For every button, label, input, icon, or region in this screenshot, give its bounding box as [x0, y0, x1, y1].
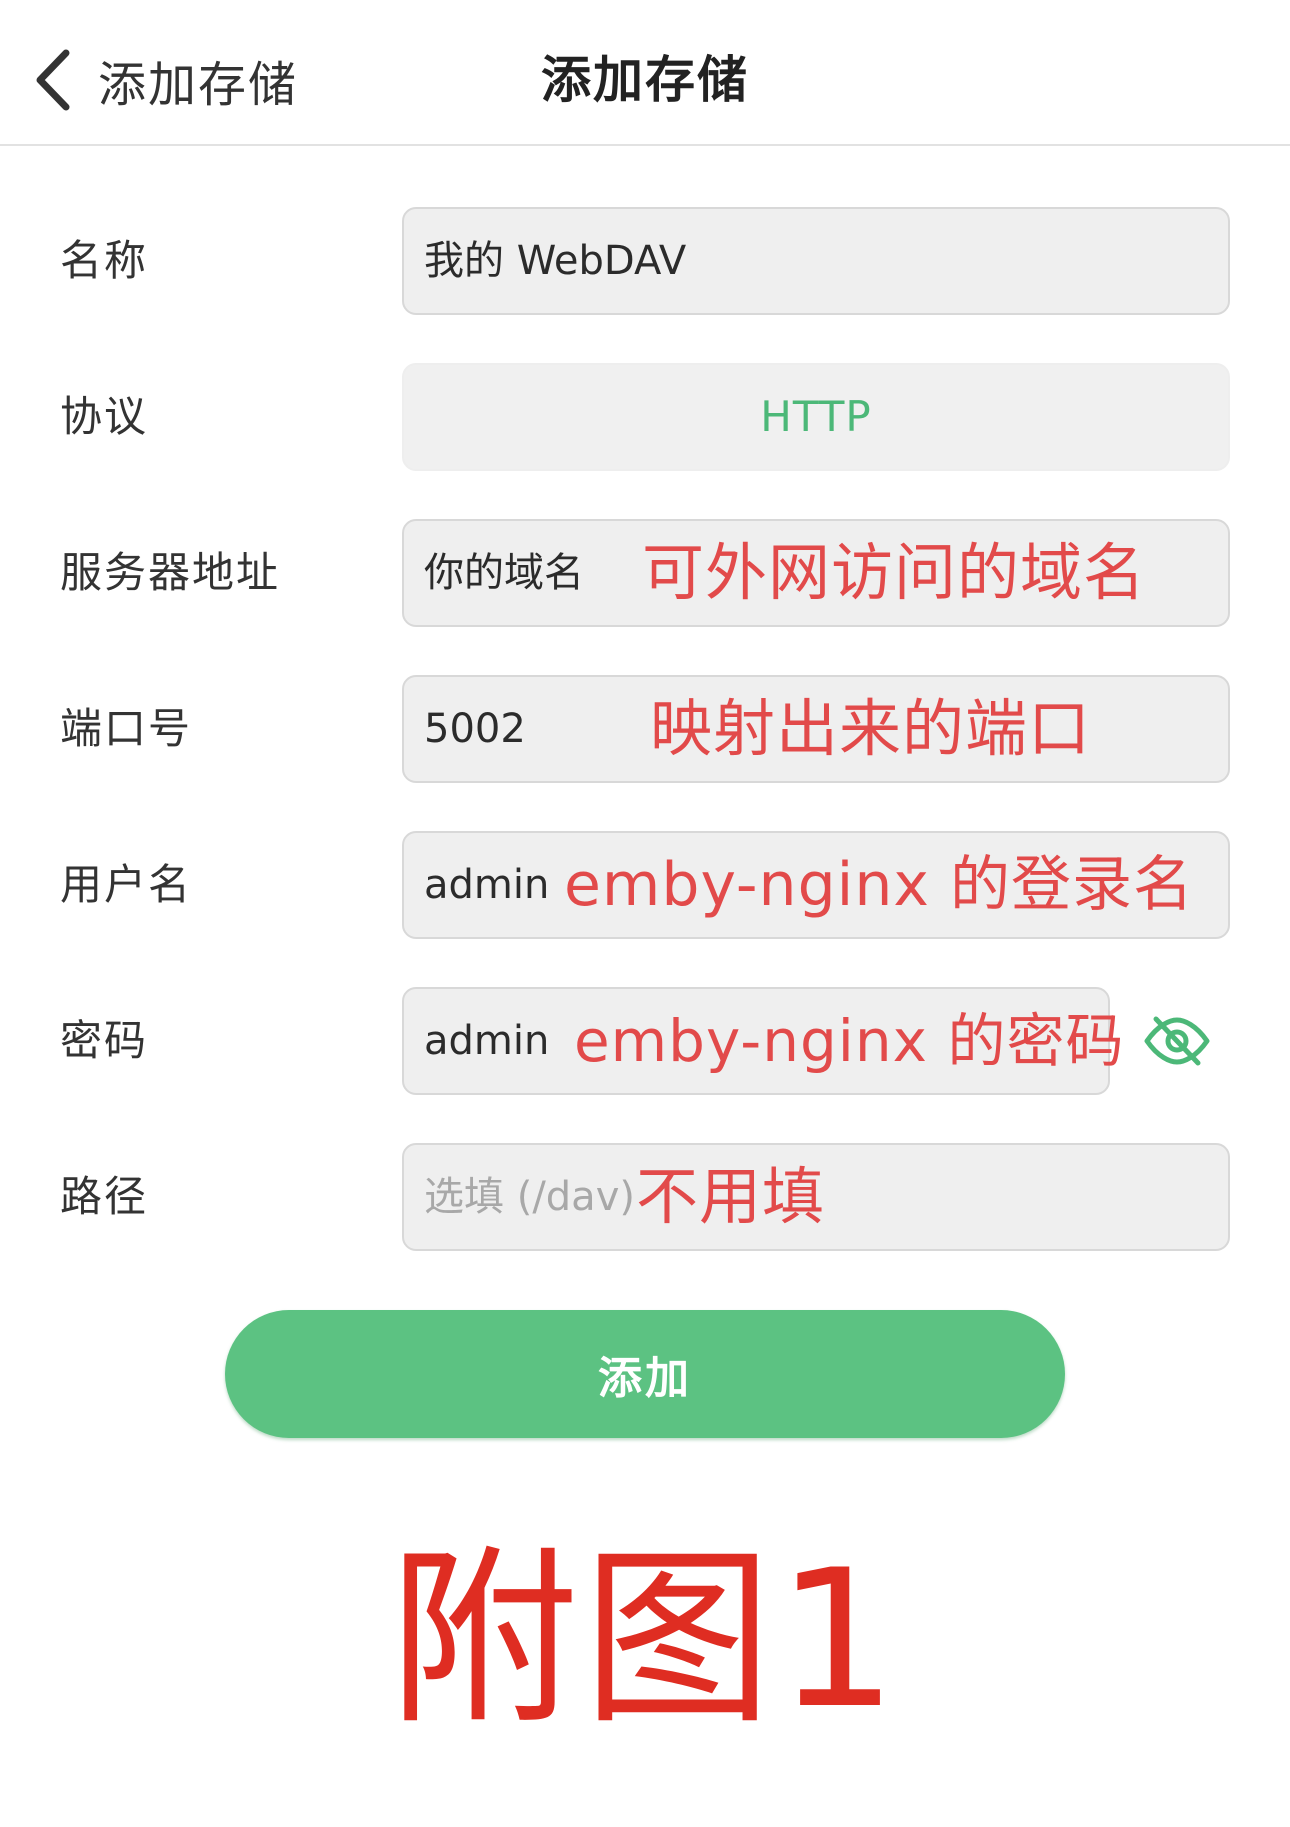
- server-value: 你的域名: [424, 550, 584, 596]
- back-button[interactable]: 添加存储: [30, 40, 298, 120]
- protocol-label: 协议: [60, 392, 149, 441]
- password-label: 密码: [60, 1016, 149, 1065]
- protocol-row: 协议 HTTP: [0, 363, 1290, 471]
- path-row: 路径 选填 (/dav) 不用填: [0, 1143, 1290, 1251]
- name-row: 名称 我的 WebDAV: [0, 207, 1290, 315]
- path-placeholder: 选填 (/dav): [424, 1174, 635, 1220]
- protocol-selector[interactable]: HTTP: [402, 363, 1230, 471]
- username-annotation: emby-nginx 的登录名: [564, 850, 1194, 920]
- username-value: admin: [424, 862, 550, 908]
- password-annotation: emby-nginx 的密码: [574, 1007, 1125, 1075]
- username-label: 用户名: [60, 860, 193, 909]
- eye-slash-icon[interactable]: [1142, 1011, 1212, 1071]
- server-input[interactable]: 你的域名 可外网访问的域名: [402, 519, 1230, 627]
- username-row: 用户名 admin emby-nginx 的登录名: [0, 831, 1290, 939]
- port-input[interactable]: 5002 映射出来的端口: [402, 675, 1230, 783]
- path-input[interactable]: 选填 (/dav) 不用填: [402, 1143, 1230, 1251]
- server-annotation: 可外网访问的域名: [642, 536, 1147, 609]
- figure-caption: 附图1: [388, 1529, 902, 1750]
- add-button[interactable]: 添加: [225, 1310, 1065, 1438]
- name-input[interactable]: 我的 WebDAV: [402, 207, 1230, 315]
- server-row: 服务器地址 你的域名 可外网访问的域名: [0, 519, 1290, 627]
- name-label: 名称: [60, 236, 149, 285]
- server-label: 服务器地址: [60, 548, 281, 597]
- path-annotation: 不用填: [636, 1160, 826, 1233]
- password-input[interactable]: admin emby-nginx 的密码: [402, 987, 1123, 1095]
- password-value: admin: [424, 1018, 550, 1064]
- port-label: 端口号: [60, 704, 193, 753]
- back-label: 添加存储: [98, 57, 299, 113]
- protocol-value: HTTP: [760, 392, 872, 441]
- port-annotation: 映射出来的端口: [650, 692, 1092, 765]
- port-value: 5002: [424, 706, 526, 752]
- chevron-left-icon: [36, 49, 70, 111]
- password-row: 密码 admin emby-nginx 的密码: [0, 987, 1290, 1095]
- navigation-bar: 添加存储 添加存储: [0, 0, 1290, 146]
- port-row: 端口号 5002 映射出来的端口: [0, 675, 1290, 783]
- username-input[interactable]: admin emby-nginx 的登录名: [402, 831, 1230, 939]
- path-label: 路径: [60, 1172, 149, 1221]
- name-value: 我的 WebDAV: [424, 238, 687, 284]
